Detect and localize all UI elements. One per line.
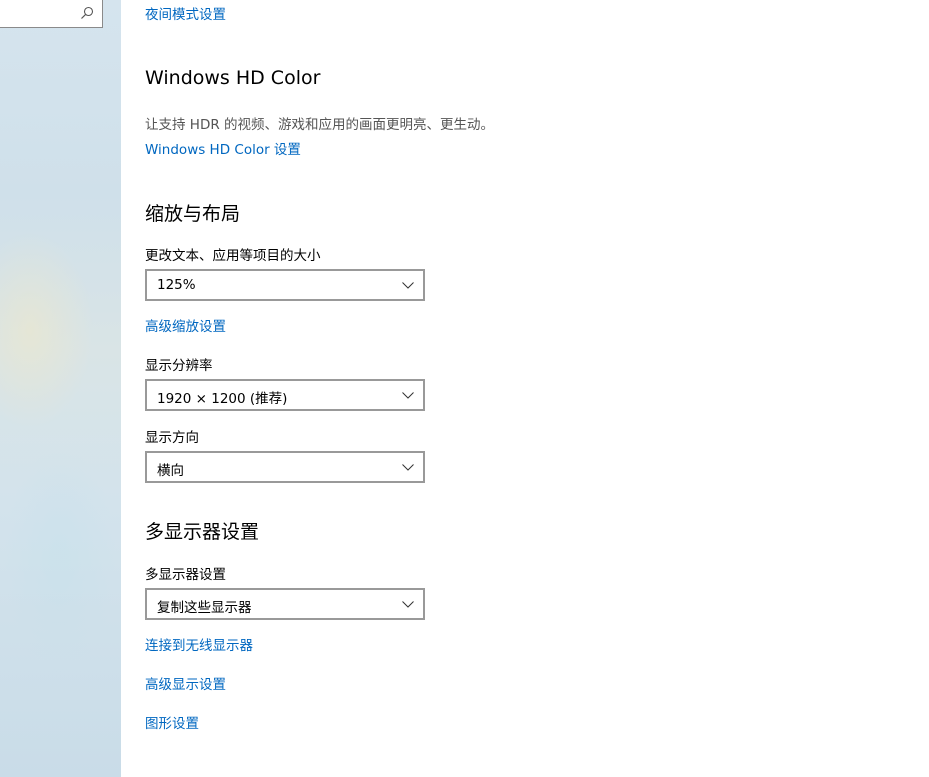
orientation-dropdown-value: 横向 — [157, 463, 184, 479]
orientation-dropdown[interactable]: 横向 — [145, 451, 425, 483]
hdr-settings-link[interactable]: Windows HD Color 设置 — [145, 138, 301, 158]
advanced-display-settings-link[interactable]: 高级显示设置 — [145, 673, 226, 693]
advanced-scaling-link[interactable]: 高级缩放设置 — [145, 315, 226, 335]
chevron-down-icon — [402, 282, 414, 289]
chevron-down-icon — [402, 392, 414, 399]
settings-window: 夜间模式设置 Windows HD Color 让支持 HDR 的视频、游戏和应… — [0, 0, 929, 777]
chevron-down-icon — [402, 464, 414, 471]
multi-display-dropdown-value: 复制这些显示器 — [157, 600, 252, 616]
scale-dropdown-value: 125% — [157, 277, 196, 293]
orientation-label: 显示方向 — [145, 430, 199, 446]
resolution-dropdown[interactable]: 1920 × 1200 (推荐) — [145, 379, 425, 411]
hdr-section-title: Windows HD Color — [145, 67, 321, 89]
multi-display-section-title: 多显示器设置 — [145, 521, 260, 543]
hdr-description: 让支持 HDR 的视频、游戏和应用的画面更明亮、更生动。 — [145, 117, 495, 133]
resolution-label: 显示分辨率 — [145, 358, 213, 374]
search-icon[interactable] — [80, 6, 94, 20]
sidebar — [0, 0, 121, 777]
connect-wireless-display-link[interactable]: 连接到无线显示器 — [145, 634, 253, 654]
chevron-down-icon — [402, 601, 414, 608]
multi-display-dropdown[interactable]: 复制这些显示器 — [145, 588, 425, 620]
night-light-settings-link[interactable]: 夜间模式设置 — [145, 3, 226, 23]
scale-layout-section-title: 缩放与布局 — [145, 203, 241, 225]
multi-display-label: 多显示器设置 — [145, 567, 226, 583]
search-input[interactable] — [0, 0, 103, 28]
graphics-settings-link[interactable]: 图形设置 — [145, 712, 199, 732]
scale-dropdown[interactable]: 125% — [145, 269, 425, 301]
scale-label: 更改文本、应用等项目的大小 — [145, 248, 321, 264]
resolution-dropdown-value: 1920 × 1200 (推荐) — [157, 391, 288, 407]
